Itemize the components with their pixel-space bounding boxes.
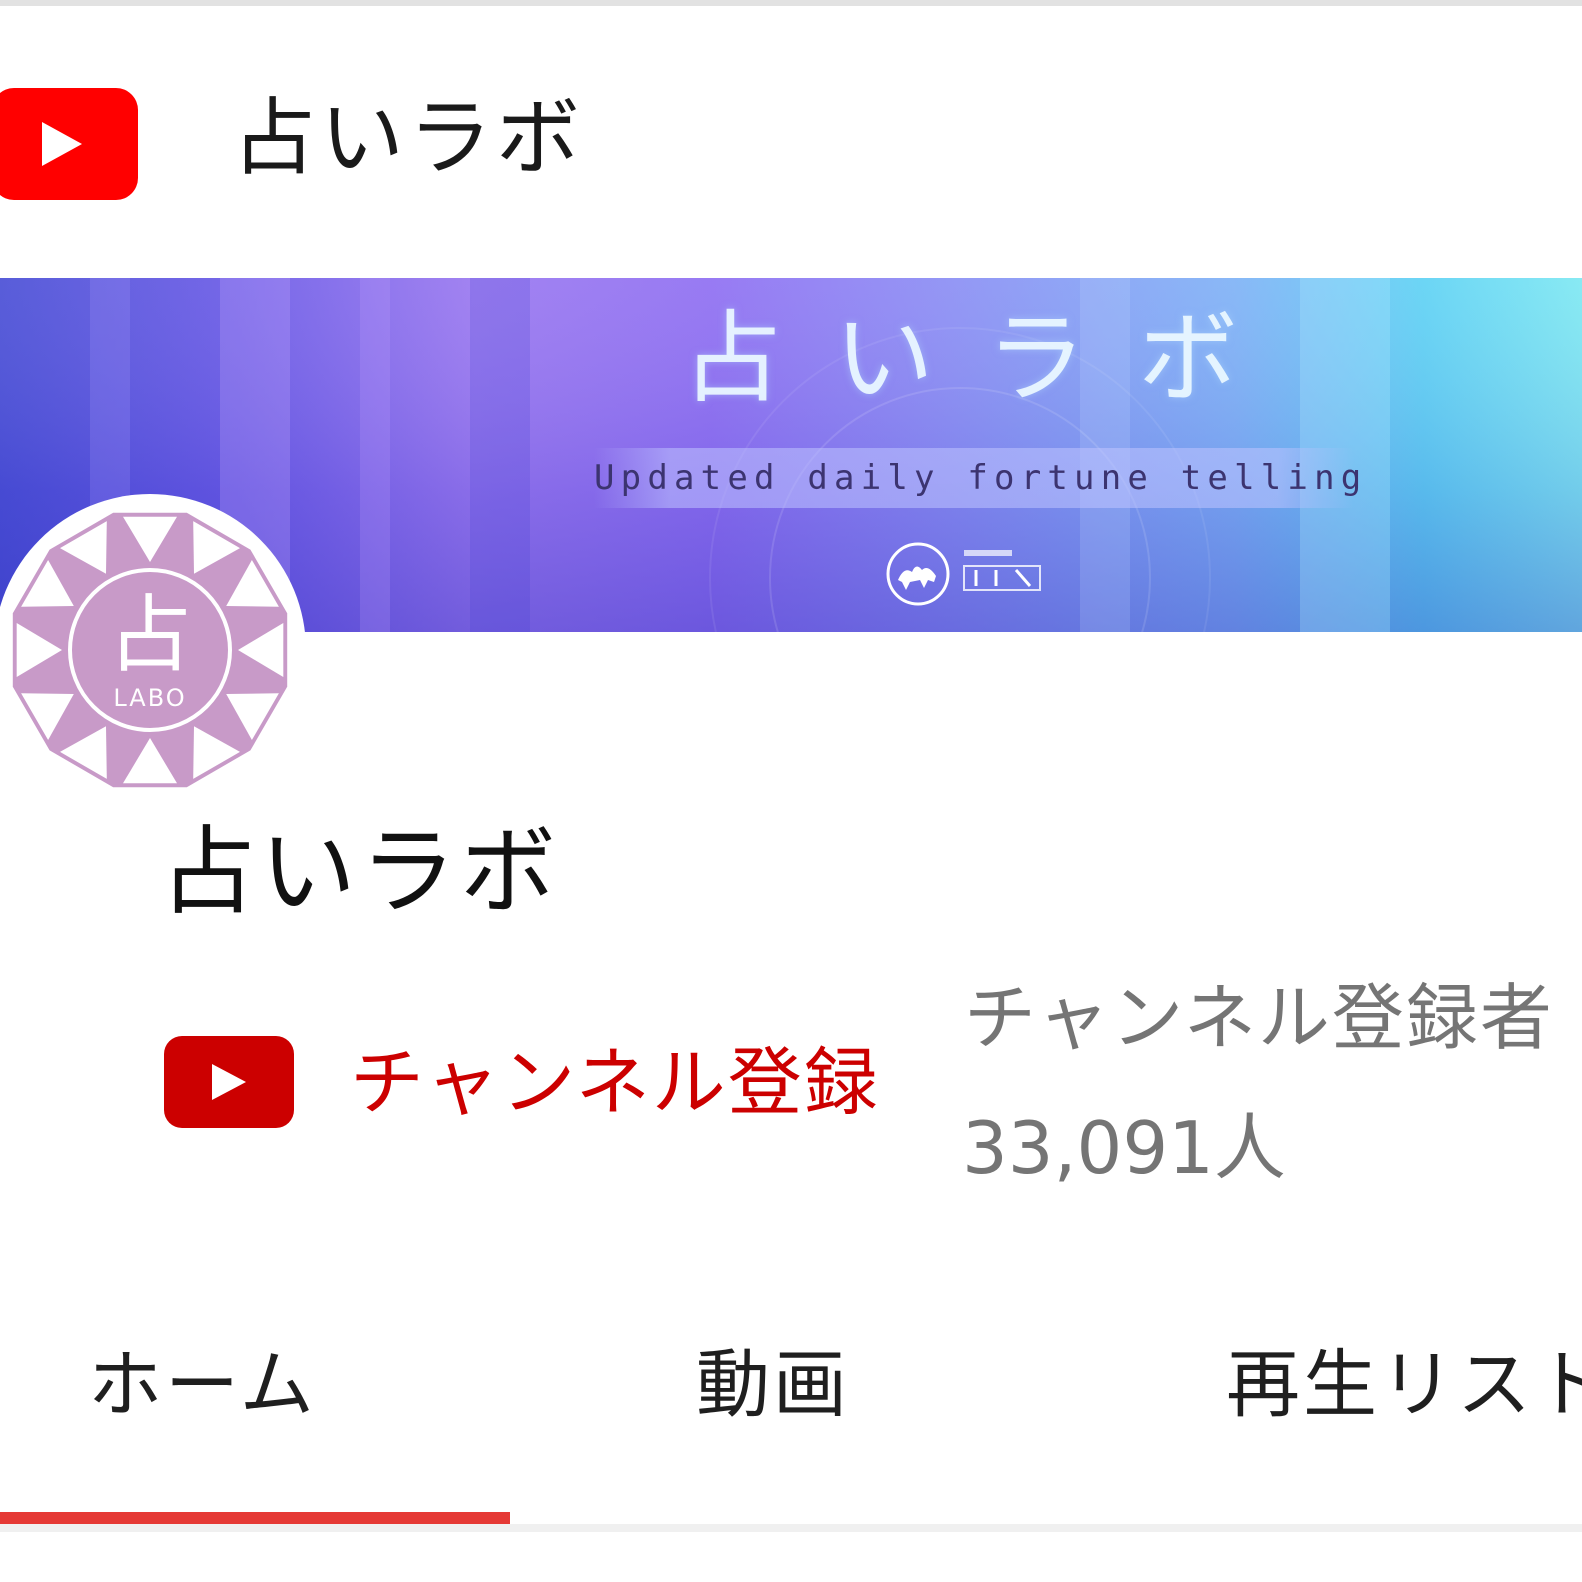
- tab-home-label: ホーム: [88, 1342, 317, 1428]
- camel-logo-icon: [886, 542, 1041, 606]
- tab-videos-label: 動画: [696, 1342, 850, 1428]
- channel-avatar[interactable]: 占 LABO: [0, 494, 306, 806]
- app-header: 占いラボ: [0, 6, 1582, 278]
- tab-videos[interactable]: 動画: [510, 1300, 1030, 1526]
- channel-title: 占いラボ: [160, 816, 560, 928]
- youtube-logo-icon[interactable]: [0, 88, 138, 200]
- tab-home[interactable]: ホーム: [0, 1300, 510, 1526]
- tab-playlists[interactable]: 再生リスト: [1030, 1300, 1582, 1526]
- bottom-divider: [0, 1524, 1582, 1532]
- header-title: 占いラボ: [232, 89, 585, 187]
- subscribe-button[interactable]: チャンネル登録: [164, 1028, 924, 1138]
- banner-title: 占いラボ: [682, 300, 1290, 417]
- channel-tabs: ホーム 動画 再生リスト: [0, 1300, 1582, 1530]
- avatar-text: 占: [108, 586, 192, 684]
- banner-tagline: Updated daily fortune telling: [594, 448, 1361, 508]
- subscriber-count-label: チャンネル登録者: [964, 976, 1554, 1060]
- youtube-play-icon: [164, 1036, 294, 1128]
- subscribe-label: チャンネル登録: [350, 1040, 880, 1126]
- subscriber-count-value: 33,091人: [962, 1106, 1286, 1190]
- avatar-subtext: LABO: [113, 684, 186, 712]
- avatar-logo-icon: 占 LABO: [0, 500, 300, 800]
- tab-playlists-label: 再生リスト: [1226, 1342, 1582, 1428]
- active-tab-indicator: [0, 1512, 510, 1524]
- page: 占いラボ 占いラボ Updated daily fortune telling …: [0, 0, 1582, 1582]
